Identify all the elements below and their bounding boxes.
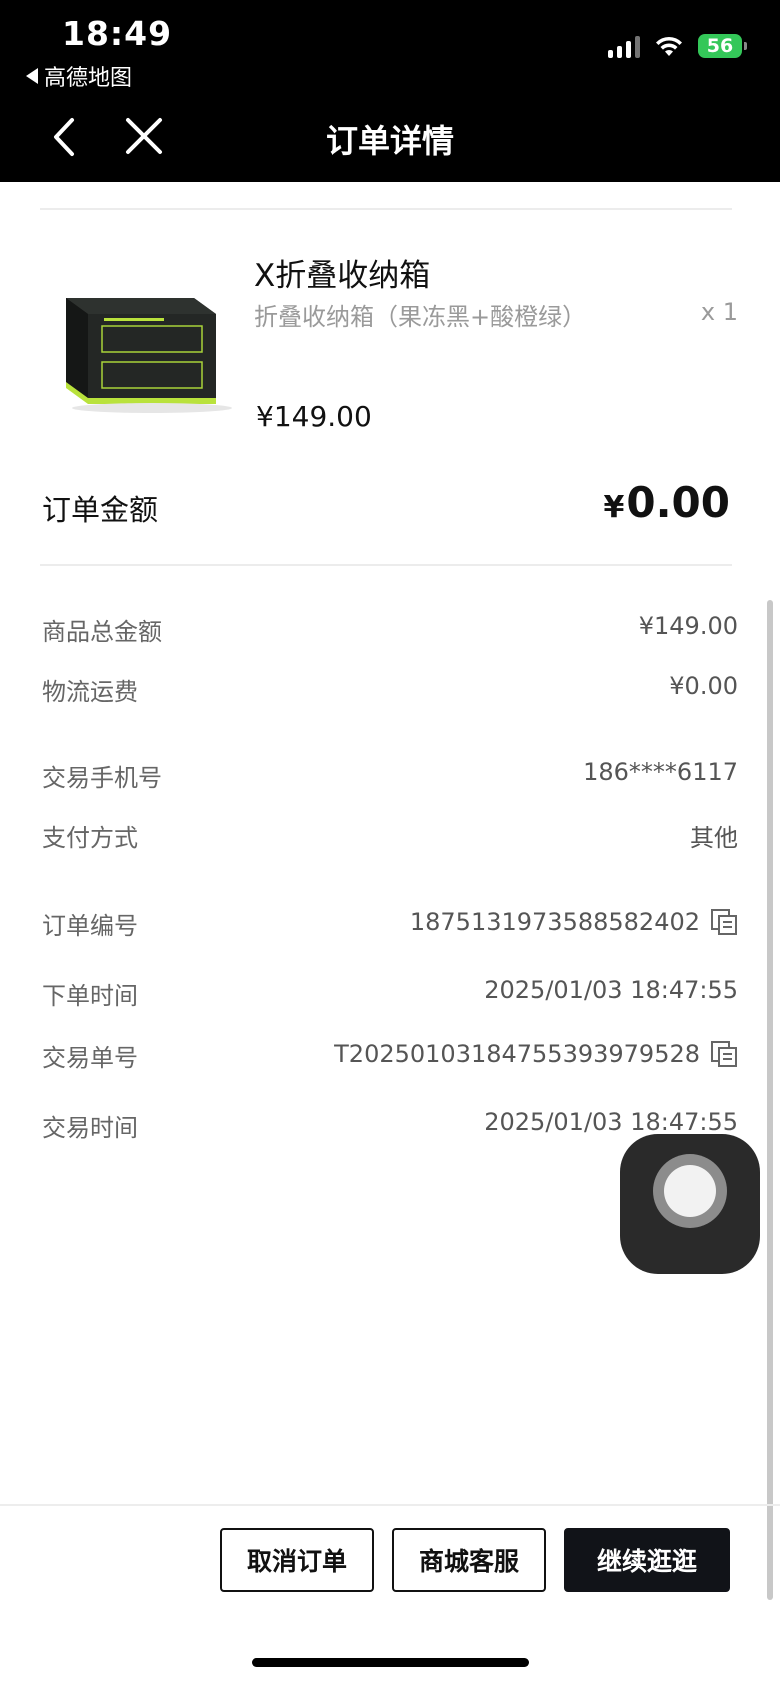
copy-icon[interactable] — [710, 908, 738, 936]
detail-value-transaction-time: 2025/01/03 18:47:55 — [484, 1108, 738, 1136]
product-name[interactable]: X折叠收纳箱 — [254, 250, 430, 295]
divider — [40, 208, 732, 210]
detail-value-shipping: ¥0.00 — [669, 672, 738, 700]
product-spec: 折叠收纳箱（果冻黑+酸橙绿） — [254, 303, 587, 331]
detail-value-transaction-no: T2025010318475539397952​8 — [334, 1040, 738, 1068]
detail-label-subtotal: 商品总金额 — [42, 618, 162, 646]
status-time: 18:49 — [62, 14, 173, 53]
cellular-signal-icon — [608, 34, 640, 58]
order-total-label: 订单金额 — [42, 493, 159, 527]
wifi-icon — [656, 36, 682, 56]
product-thumbnail[interactable] — [44, 252, 240, 416]
detail-value-text: 其他 — [690, 824, 738, 852]
detail-value-text: 2025/01/03 18:47:55 — [484, 976, 738, 1004]
assistive-touch-button[interactable] — [620, 1134, 760, 1274]
detail-value-text: ¥0.00 — [669, 672, 738, 700]
currency-symbol: ¥ — [603, 490, 625, 525]
continue-shopping-button[interactable]: 继续逛逛 — [564, 1528, 730, 1592]
assistive-dot — [664, 1165, 716, 1217]
detail-value-payment: 其他 — [690, 818, 738, 853]
detail-value-text: ¥149.00 — [638, 612, 738, 640]
customer-service-button[interactable]: 商城客服 — [392, 1528, 546, 1592]
back-triangle-icon — [26, 68, 38, 84]
battery-icon: 56 — [698, 34, 747, 58]
detail-value-subtotal: ¥149.00 — [639, 612, 738, 640]
status-icons: 56 — [608, 34, 747, 58]
bottom-bar-divider — [0, 1504, 780, 1506]
detail-value-order-no: 1875131973588582402 — [410, 908, 738, 936]
detail-value-phone: 186****6117 — [583, 758, 738, 786]
detail-label-payment: 支付方式 — [42, 824, 138, 852]
detail-value-text: 2025/01/03 18:47:55 — [484, 1108, 738, 1136]
cancel-order-button[interactable]: 取消订单 — [220, 1528, 374, 1592]
battery-level: 56 — [706, 35, 734, 57]
detail-label-shipping: 物流运费 — [42, 678, 138, 706]
copy-icon[interactable] — [710, 1040, 738, 1068]
detail-label-order-no: 订单编号 — [42, 912, 138, 940]
back-app-label: 高德地图 — [44, 66, 133, 91]
page-title: 订单详情 — [325, 122, 454, 160]
detail-value-text: 186****6117 — [583, 758, 738, 786]
top-bar: 18:49 高德地图 56 订单详情 — [0, 0, 780, 182]
order-total-value: ¥0.00 — [603, 478, 730, 527]
detail-label-transaction-time: 交易时间 — [42, 1114, 138, 1142]
home-indicator[interactable] — [252, 1658, 529, 1667]
detail-value-text: 1875131973588582402 — [409, 908, 700, 936]
detail-value-order-time: 2025/01/03 18:47:55 — [484, 976, 738, 1004]
product-price: ¥149.00 — [256, 400, 372, 433]
order-total-amount: 0.00 — [626, 478, 730, 527]
scrollbar[interactable] — [767, 600, 773, 1600]
detail-label-phone: 交易手机号 — [42, 764, 162, 792]
divider — [40, 564, 732, 566]
detail-value-text: T2025010318475539397952​8 — [334, 1040, 700, 1068]
detail-label-transaction-no: 交易单号 — [42, 1044, 138, 1072]
detail-label-order-time: 下单时间 — [42, 982, 138, 1010]
back-to-app-link[interactable]: 高德地图 — [26, 60, 132, 92]
product-quantity: x 1 — [700, 298, 738, 326]
